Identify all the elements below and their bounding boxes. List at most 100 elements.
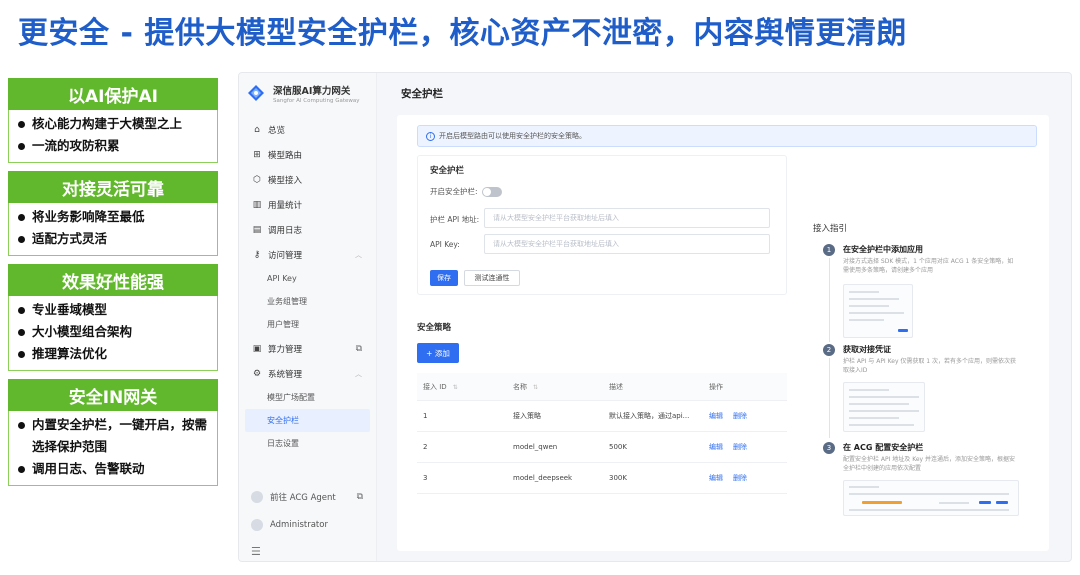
step-description: 对接方式选择 SDK 模式，1 个应用对应 ACG 1 条安全策略，如需使用多条… — [843, 258, 1014, 274]
delete-link[interactable]: 删除 — [733, 473, 747, 483]
cube-icon: ⬡ — [253, 174, 261, 185]
sidebar-item-logs[interactable]: ▤ 调用日志 — [239, 217, 376, 242]
step-title: 获取对接凭证 — [843, 345, 891, 354]
test-connectivity-button[interactable]: 测试连通性 — [464, 270, 520, 286]
step-number: 2 — [823, 344, 835, 356]
headline: 更安全 - 提供大模型安全护栏，核心资产不泄密，内容舆情更清朗 — [18, 16, 907, 51]
column-header: 操作 — [709, 382, 723, 391]
sort-icon[interactable]: ⇅ — [453, 384, 458, 391]
brand-name: 深信服AI算力网关 — [273, 85, 351, 97]
cell-name: 接入策略 — [513, 412, 541, 420]
column-label: 接入 ID — [423, 382, 447, 391]
step-description: 配置安全护栏 API 地址及 Key 并连通后，添加安全策略，根据安全护栏中创建… — [843, 456, 1016, 472]
feature-item-text: 专业垂域模型 — [32, 302, 108, 317]
column-label: 名称 — [513, 382, 527, 391]
cell-id: 2 — [423, 443, 428, 451]
external-link-icon: ⧉ — [356, 492, 363, 502]
sidebar-item-label: 总览 — [268, 125, 286, 136]
goto-acg-agent-link[interactable]: 前往 ACG Agent ⧉ — [239, 483, 377, 511]
step-screenshot-thumbnail[interactable] — [843, 284, 913, 338]
sidebar-item-label: 模型路由 — [268, 150, 303, 161]
section-title: 安全护栏 — [430, 166, 465, 176]
cell-actions: 编辑 删除 — [709, 473, 787, 483]
feature-list: 核心能力构建于大模型之上 一流的攻防积累 — [8, 110, 218, 163]
sidebar-item-overview[interactable]: ⌂ 总览 — [239, 117, 376, 142]
feature-item: 推理算法优化 — [17, 343, 209, 365]
sidebar-item-usage[interactable]: ▥ 用量统计 — [239, 192, 376, 217]
bar-chart-icon: ▥ — [252, 199, 262, 210]
sidebar-subitem-security-guard[interactable]: 安全护栏 — [245, 409, 370, 432]
sidebar-item-compute-mgmt[interactable]: ▣ 算力管理 ⧉ — [239, 336, 376, 361]
sidebar-item-label: 前往 ACG Agent — [270, 493, 336, 503]
save-button[interactable]: 保存 — [430, 270, 458, 286]
api-key-input[interactable]: 请从大模型安全护栏平台获取地址后填入 — [484, 234, 770, 254]
edit-link[interactable]: 编辑 — [709, 442, 723, 452]
cell-id: 1 — [423, 412, 428, 420]
brand[interactable]: 深信服AI算力网关 Sangfor AI Computing Gateway — [239, 73, 376, 113]
bullet-icon — [18, 307, 25, 314]
cell-name: model_qwen — [513, 443, 558, 451]
add-policy-button[interactable]: + 添加 — [417, 343, 459, 363]
user-menu[interactable]: Administrator — [239, 511, 377, 539]
chevron-up-icon: ︿ — [355, 250, 362, 259]
key-icon: ⚷ — [253, 249, 261, 260]
external-link-icon: ⧉ — [355, 343, 362, 354]
column-header[interactable]: 名称 ⇅ — [513, 382, 609, 392]
document-icon: ▤ — [252, 224, 262, 235]
enable-guard-toggle[interactable] — [481, 186, 502, 197]
step-number: 1 — [823, 244, 835, 256]
enable-guard-row: 开启安全护栏: — [430, 186, 502, 197]
table-row: 2 model_qwen 500K 编辑 删除 — [417, 432, 787, 463]
bullet-icon — [18, 121, 25, 128]
feature-item: 核心能力构建于大模型之上 — [17, 113, 209, 135]
sidebar-item-system-mgmt[interactable]: ⚙ 系统管理 ︿ — [239, 361, 376, 386]
avatar — [251, 519, 263, 531]
sidebar-subitem-user-mgmt[interactable]: 用户管理 — [239, 313, 376, 336]
sidebar-subitem-api-key[interactable]: API Key — [239, 267, 376, 290]
notice-text: 开启后模型路由可以使用安全护栏的安全策略。 — [439, 132, 586, 140]
feature-cards: 以AI保护AI 核心能力构建于大模型之上 一流的攻防积累 对接灵活可靠 将业务影… — [8, 78, 218, 494]
api-address-input[interactable]: 请从大模型安全护栏平台获取地址后填入 — [484, 208, 770, 228]
feature-item-text: 核心能力构建于大模型之上 — [32, 116, 183, 131]
table-row: 1 接入策略 默认接入策略，通过api... 编辑 删除 — [417, 401, 787, 432]
column-header[interactable]: 接入 ID ⇅ — [417, 382, 513, 392]
feature-card: 效果好性能强 专业垂域模型 大小模型组合架构 推理算法优化 — [8, 264, 218, 371]
sidebar-subitem-log-settings[interactable]: 日志设置 — [239, 432, 376, 455]
sidebar-item-model-access[interactable]: ⬡ 模型接入 — [239, 167, 376, 192]
cell-desc: 300K — [609, 474, 627, 482]
feature-card: 以AI保护AI 核心能力构建于大模型之上 一流的攻防积累 — [8, 78, 218, 163]
page-title: 安全护栏 — [401, 87, 443, 100]
feature-item: 调用日志、告警联动 — [17, 458, 209, 480]
brand-subtitle: Sangfor AI Computing Gateway — [273, 97, 360, 104]
feature-item-text: 一流的攻防积累 — [32, 138, 120, 153]
delete-link[interactable]: 删除 — [733, 411, 747, 421]
sidebar-item-label: 系统管理 — [268, 369, 303, 380]
bullet-icon — [18, 422, 25, 429]
sidebar-item-label: 模型接入 — [268, 175, 303, 186]
collapse-sidebar-icon[interactable]: ☰ — [239, 539, 377, 561]
field-label: API Key: — [430, 240, 460, 249]
step-description: 护栏 API 与 API Key 仅需获取 1 次，若有多个应用，则需依次获取接… — [843, 358, 1017, 374]
route-icon: ⊞ — [253, 149, 261, 160]
feature-list: 内置安全护栏，一键开启，按需选择保护范围 调用日志、告警联动 — [8, 411, 218, 486]
sidebar-item-model-routing[interactable]: ⊞ 模型路由 — [239, 142, 376, 167]
slide: 更安全 - 提供大模型安全护栏，核心资产不泄密，内容舆情更清朗 以AI保护AI … — [0, 0, 1080, 575]
sidebar-subitem-business-group[interactable]: 业务组管理 — [239, 290, 376, 313]
delete-link[interactable]: 删除 — [733, 442, 747, 452]
feature-item-text: 推理算法优化 — [32, 346, 108, 361]
feature-title: 对接灵活可靠 — [8, 171, 218, 203]
cell-actions: 编辑 删除 — [709, 442, 787, 452]
info-icon: i — [426, 131, 435, 141]
table-row: 3 model_deepseek 300K 编辑 删除 — [417, 463, 787, 494]
step-screenshot-thumbnail[interactable] — [843, 382, 925, 432]
step-screenshot-thumbnail[interactable] — [843, 480, 1019, 516]
step-number: 3 — [823, 442, 835, 454]
edit-link[interactable]: 编辑 — [709, 411, 723, 421]
sidebar-item-access-mgmt[interactable]: ⚷ 访问管理 ︿ — [239, 242, 376, 267]
feature-list: 将业务影响降至最低 适配方式灵活 — [8, 203, 218, 256]
bullet-icon — [18, 214, 25, 221]
feature-title: 效果好性能强 — [8, 264, 218, 296]
sort-icon[interactable]: ⇅ — [533, 384, 538, 391]
sidebar-subitem-model-plaza[interactable]: 模型广场配置 — [239, 386, 376, 409]
edit-link[interactable]: 编辑 — [709, 473, 723, 483]
